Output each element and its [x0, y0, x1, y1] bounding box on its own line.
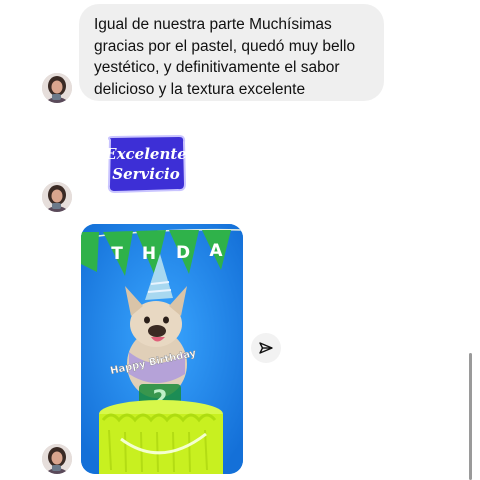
- banner-letter: H: [142, 244, 156, 264]
- banner-letter: A: [209, 241, 223, 261]
- scrollbar[interactable]: [469, 353, 472, 480]
- sticker-excelente-servicio[interactable]: Excelente Servicio: [104, 134, 187, 194]
- message-line: Igual de nuestra parte Muchísimas: [94, 16, 332, 33]
- avatar[interactable]: [42, 73, 72, 103]
- avatar[interactable]: [42, 444, 72, 474]
- sticker-line-2: Servicio: [112, 165, 180, 183]
- birthday-dog-photo: T H D A Happy Birthday 2: [81, 224, 243, 474]
- photo-message[interactable]: T H D A Happy Birthday 2: [81, 224, 243, 474]
- send-paper-plane-icon: [259, 342, 273, 354]
- message-line: yestético, y definitivamente el sabor: [94, 59, 340, 76]
- message-bubble[interactable]: Igual de nuestra parte Muchísimas gracia…: [79, 4, 384, 101]
- share-button[interactable]: [251, 333, 281, 363]
- avatar[interactable]: [42, 182, 72, 212]
- message-line: gracias por el pastel, quedó muy bello: [94, 37, 356, 55]
- message-line: delicioso y la textura excelente: [94, 80, 306, 98]
- banner-letter: T: [111, 244, 123, 264]
- banner-letter: D: [176, 243, 190, 263]
- sticker-line-1: Excelente: [105, 145, 187, 163]
